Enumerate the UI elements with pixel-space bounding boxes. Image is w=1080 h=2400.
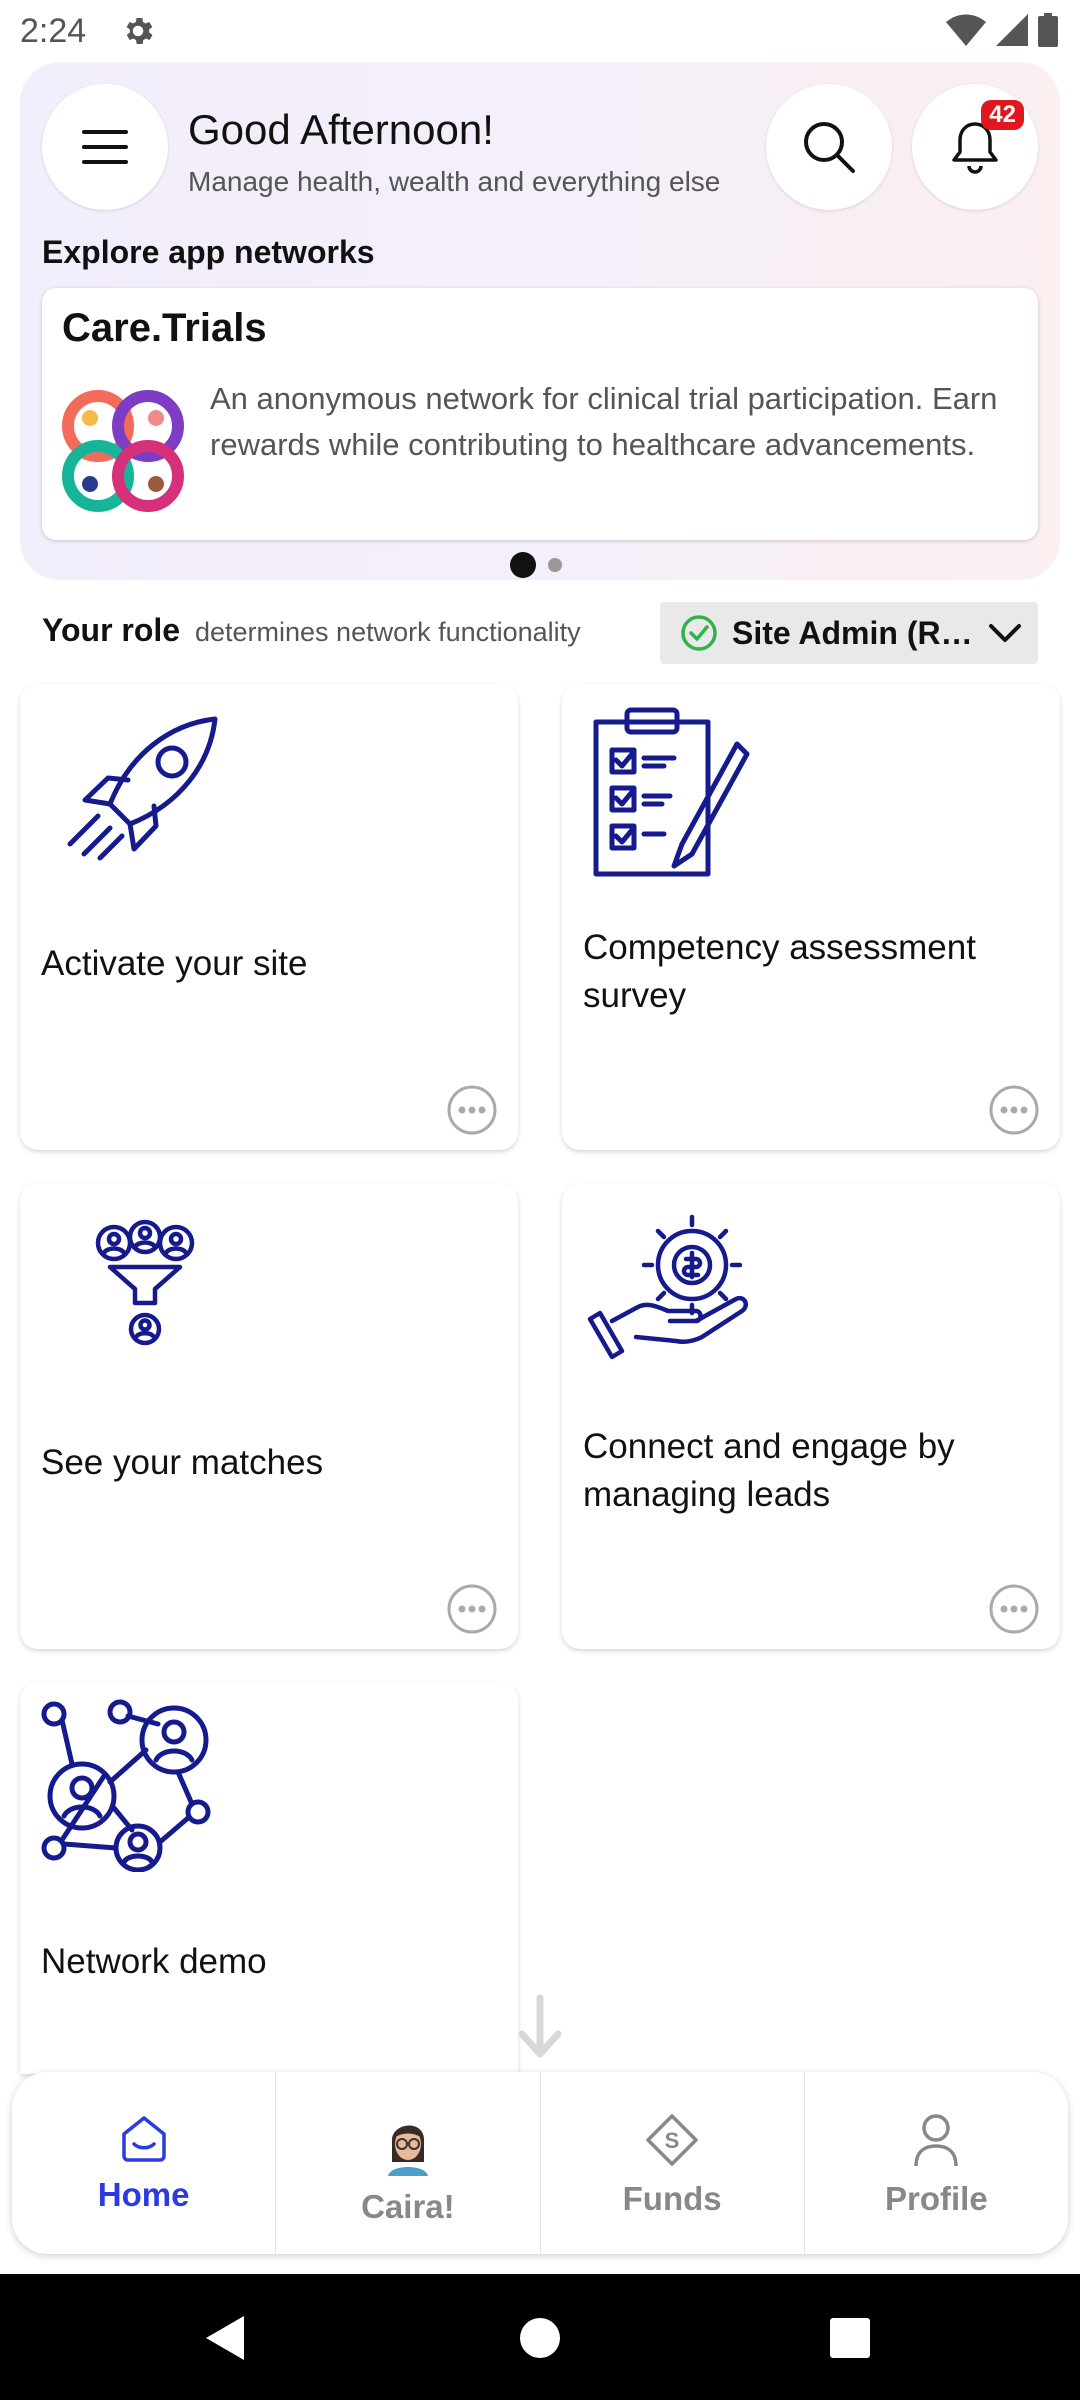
arrow-down-icon xyxy=(518,1994,562,2058)
care-trials-logo xyxy=(62,390,184,512)
nav-label: Profile xyxy=(885,2180,988,2217)
explore-networks-label: Explore app networks xyxy=(42,234,375,270)
greeting: Good Afternoon! xyxy=(188,106,494,153)
system-nav-bar xyxy=(0,2274,1080,2400)
more-options-icon[interactable] xyxy=(446,1583,498,1635)
wifi-icon xyxy=(946,14,986,46)
role-dropdown[interactable]: Site Admin (Re... xyxy=(660,602,1038,664)
more-options-icon[interactable] xyxy=(988,1583,1040,1635)
network-card[interactable]: Care.Trials An anonymous network for cli… xyxy=(42,288,1038,540)
search-icon xyxy=(804,122,855,173)
check-circle-icon xyxy=(681,615,717,651)
search-button[interactable] xyxy=(766,84,892,210)
notification-badge: 42 xyxy=(981,100,1024,130)
role-selected: Site Admin (Re... xyxy=(732,614,982,651)
clipboard-checklist-icon xyxy=(593,707,750,877)
tile-manage-leads[interactable]: Connect and engage by managing leads xyxy=(562,1183,1060,1649)
people-filter-icon xyxy=(95,1219,195,1346)
chevron-down-icon xyxy=(989,624,1021,642)
tile-label: See your matches xyxy=(41,1443,324,1482)
svg-text:S: S xyxy=(665,2128,680,2153)
avatar xyxy=(387,2125,428,2176)
gear-icon xyxy=(126,17,153,45)
notifications-button[interactable]: 42 xyxy=(912,84,1038,210)
tile-label: Connect and engage by managing leads xyxy=(583,1427,955,1514)
role-hint: determines network functionality xyxy=(194,617,581,647)
nav-funds[interactable]: S Funds xyxy=(539,2072,804,2254)
tile-label: Competency assessment survey xyxy=(583,928,976,1015)
profile-icon xyxy=(914,2114,959,2167)
tile-competency-survey[interactable]: Competency assessment survey xyxy=(562,684,1060,1150)
status-icons xyxy=(946,12,1058,48)
network-people-icon xyxy=(41,1699,211,1872)
more-options-icon[interactable] xyxy=(988,1084,1040,1136)
status-bar: 2:24 xyxy=(0,0,1080,62)
nav-label: Home xyxy=(97,2176,190,2213)
nav-caira[interactable]: Caira! xyxy=(275,2072,539,2254)
bottom-nav: Home Caira! S Funds Profile xyxy=(12,2072,1068,2254)
tile-label: Activate your site xyxy=(41,944,308,983)
battery-icon xyxy=(1038,13,1058,47)
recent-apps-button[interactable] xyxy=(830,2318,870,2358)
role-label: Your role xyxy=(42,612,181,648)
tile-see-matches[interactable]: See your matches xyxy=(20,1183,518,1649)
tile-activate-site[interactable]: Activate your site xyxy=(20,684,518,1150)
carousel-dot[interactable] xyxy=(548,558,562,572)
home-button-system[interactable] xyxy=(520,2318,560,2358)
signal-icon xyxy=(996,14,1028,46)
nav-profile[interactable]: Profile xyxy=(803,2072,1068,2254)
carousel-dot-active[interactable] xyxy=(510,552,536,578)
more-options-icon[interactable] xyxy=(446,1084,498,1136)
nav-home[interactable]: Home xyxy=(12,2072,275,2254)
nav-label: Caira! xyxy=(361,2188,455,2225)
role-row: Your role determines network functionali… xyxy=(42,612,581,649)
status-time: 2:24 xyxy=(20,12,87,50)
greeting-subtitle: Manage health, wealth and everything els… xyxy=(188,166,721,197)
funds-icon: S xyxy=(646,2114,698,2166)
hamburger-icon xyxy=(82,130,128,164)
network-title: Care.Trials xyxy=(62,306,267,350)
home-icon xyxy=(121,2116,166,2162)
tile-network-demo[interactable]: Network demo xyxy=(20,1682,518,2074)
back-icon[interactable] xyxy=(204,2316,244,2360)
hand-coin-gear-icon xyxy=(587,1214,748,1360)
carousel-dots xyxy=(510,552,562,578)
menu-button[interactable] xyxy=(42,84,168,210)
nav-label: Funds xyxy=(622,2180,722,2217)
network-description: An anonymous network for clinical trial … xyxy=(210,381,998,462)
tile-label: Network demo xyxy=(41,1942,267,1981)
header-panel: Good Afternoon! Manage health, wealth an… xyxy=(20,62,1060,580)
rocket-icon xyxy=(67,716,218,861)
